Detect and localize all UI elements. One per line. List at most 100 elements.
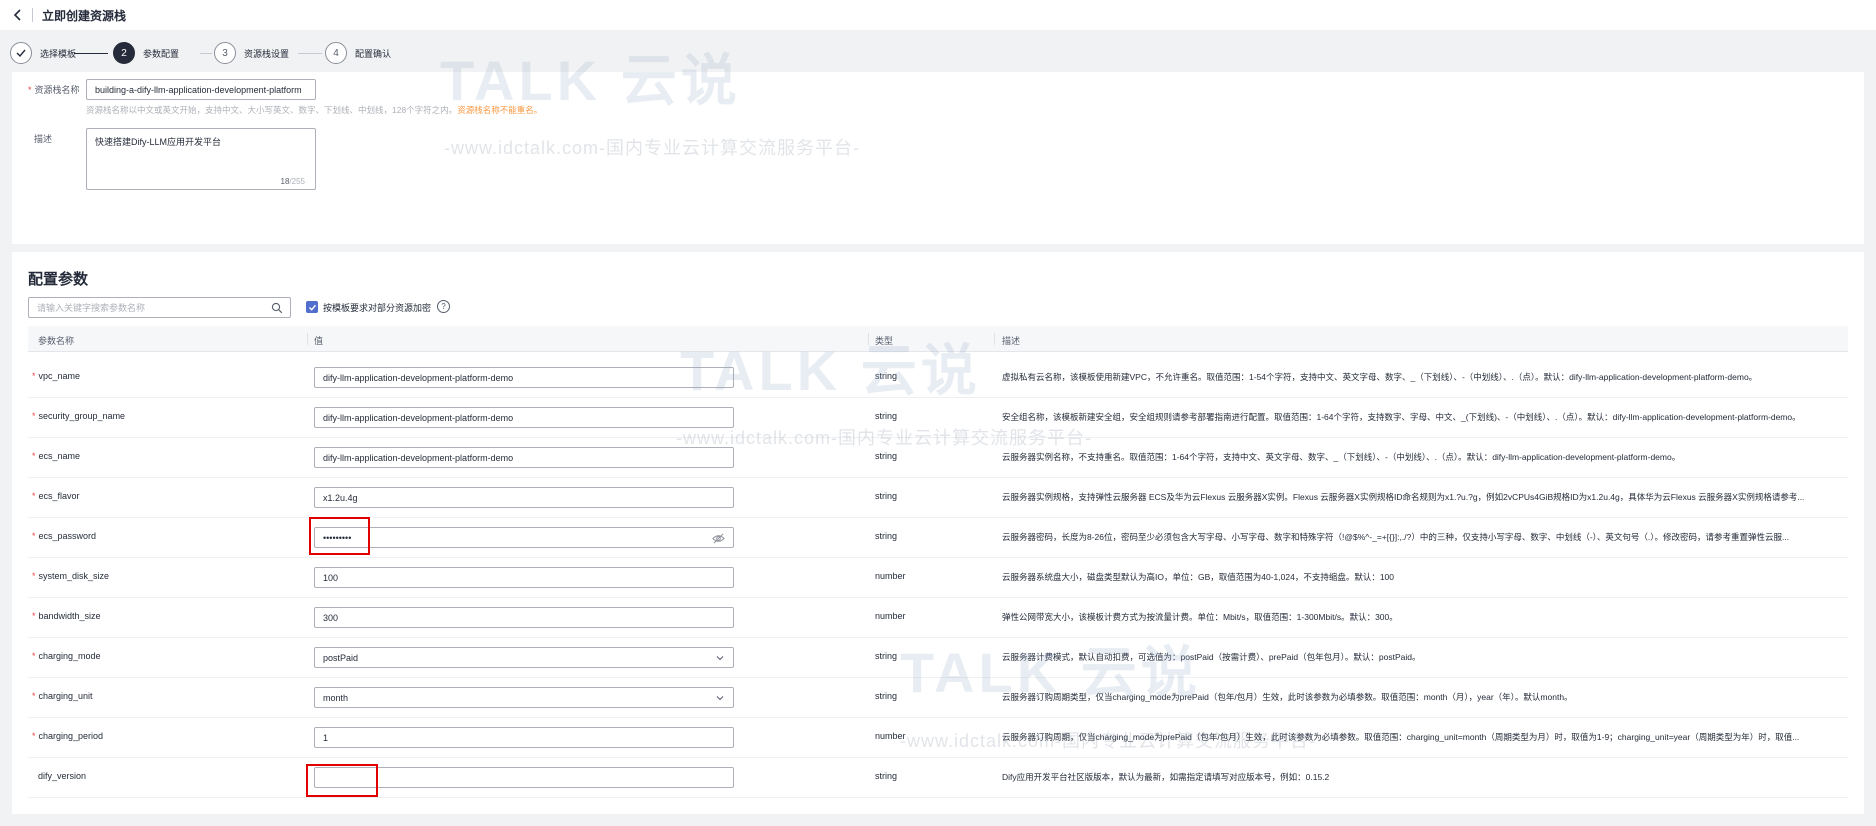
- column-separator: [994, 333, 995, 345]
- param-description: Dify应用开发平台社区版版本，默认为最新，如需指定请填写对应版本号，例如：0.…: [1002, 772, 1330, 782]
- param-type: string: [875, 531, 898, 541]
- table-row: dify_version string Dify应用开发平台社区版版本，默认为最…: [28, 758, 1848, 798]
- table-header: 参数名称 值 类型 描述: [28, 326, 1848, 352]
- table-row: * charging_unit month string 云服务器订购周期类型，仅…: [28, 678, 1848, 718]
- param-value-input[interactable]: dify-llm-application-development-platfor…: [314, 447, 734, 468]
- param-description: 云服务器系统盘大小，磁盘类型默认为高IO，单位：GB，取值范围为40-1,024…: [1002, 572, 1394, 582]
- page-title: 立即创建资源栈: [42, 9, 127, 23]
- step-4: 4 配置确认: [325, 41, 391, 65]
- step-3: 3 资源栈设置: [214, 41, 289, 65]
- column-header-name: 参数名称: [38, 336, 75, 346]
- param-type: string: [875, 691, 898, 701]
- config-params-card: 配置参数 请输入关键字搜索参数名称 按模板要求对部分资源加密 ? 参数名称 值 …: [12, 252, 1864, 814]
- step-label: 资源栈设置: [244, 48, 290, 59]
- param-description: 云服务器密码，长度为8-26位，密码至少必须包含大写字母、小写字母、数字和特殊字…: [1002, 532, 1790, 542]
- table-row: * charging_period 1 number 云服务器订购周期，仅当cha…: [28, 718, 1848, 758]
- param-name: * security_group_name: [32, 411, 126, 421]
- step-connector: [74, 53, 108, 54]
- param-type: string: [875, 651, 898, 661]
- step-label: 参数配置: [143, 48, 180, 59]
- password-input[interactable]: •••••••••: [314, 527, 734, 548]
- step-1: 选择模板: [10, 41, 76, 65]
- highlight-box: [306, 764, 378, 797]
- table-row: * security_group_name dify-llm-applicatio…: [28, 398, 1848, 438]
- encrypt-checkbox[interactable]: [306, 301, 318, 313]
- eye-icon[interactable]: [712, 532, 725, 545]
- stack-name-hint: 资源栈名称以中文或英文开始，支持中文、大小写英文、数字、下划线、中划线，128个…: [86, 105, 543, 115]
- param-type: string: [875, 371, 898, 381]
- char-counter: 18/255: [280, 177, 305, 186]
- stack-name-label: * 资源栈名称: [28, 85, 80, 95]
- encrypt-label: 按模板要求对部分资源加密: [323, 303, 432, 313]
- param-name: * bandwidth_size: [32, 611, 101, 621]
- param-description: 安全组名称，该模板新建安全组，安全组规则请参考部署指南进行配置。取值范围：1-6…: [1002, 412, 1801, 422]
- param-name: * charging_mode: [32, 651, 101, 661]
- param-name: * charging_period: [32, 731, 104, 741]
- back-arrow-icon[interactable]: [10, 7, 26, 23]
- step-progress: 选择模板 2 参数配置 3 资源栈设置 4 配置确认: [0, 35, 1876, 71]
- param-value-input[interactable]: dify-llm-application-development-platfor…: [314, 407, 734, 428]
- charging-mode-select[interactable]: postPaid: [314, 647, 734, 668]
- param-value-input[interactable]: 100: [314, 567, 734, 588]
- param-type: string: [875, 771, 898, 781]
- param-name: * system_disk_size: [32, 571, 110, 581]
- param-name: * vpc_name: [32, 371, 81, 381]
- column-header-desc: 描述: [1002, 336, 1021, 346]
- divider: [32, 8, 33, 22]
- param-value-input[interactable]: dify-llm-application-development-platfor…: [314, 367, 734, 388]
- stack-name-input[interactable]: building-a-dify-llm-application-developm…: [86, 79, 316, 100]
- column-header-value: 值: [314, 336, 324, 346]
- param-name: * ecs_flavor: [32, 491, 80, 501]
- column-separator: [307, 333, 308, 345]
- step-connector: [200, 53, 212, 54]
- param-type: string: [875, 491, 898, 501]
- search-icon[interactable]: [271, 302, 283, 314]
- basic-info-card: * 资源栈名称 building-a-dify-llm-application-d…: [12, 72, 1864, 244]
- step-connector: [298, 53, 322, 54]
- step-label: 选择模板: [40, 48, 77, 59]
- param-type: number: [875, 571, 906, 581]
- param-value-input[interactable]: 1: [314, 727, 734, 748]
- step-number: 3: [214, 42, 236, 64]
- param-type: number: [875, 611, 906, 621]
- description-textarea[interactable]: 快速搭建Dify-LLM应用开发平台 18/255: [86, 128, 316, 190]
- check-icon: [10, 42, 32, 64]
- param-type: number: [875, 731, 906, 741]
- chevron-down-icon: [716, 696, 724, 701]
- step-number: 4: [325, 42, 347, 64]
- param-value-input[interactable]: x1.2u.4g: [314, 487, 734, 508]
- column-separator: [868, 333, 869, 345]
- param-description: 虚拟私有云名称，该模板使用新建VPC，不允许重名。取值范围：1-54个字符，支持…: [1002, 372, 1758, 382]
- param-search-input[interactable]: 请输入关键字搜索参数名称: [28, 297, 291, 318]
- step-number: 2: [113, 42, 135, 64]
- param-description: 云服务器订购周期，仅当charging_mode为prePaid（包年/包月）生…: [1002, 732, 1800, 742]
- table-row: * ecs_name dify-llm-application-developme…: [28, 438, 1848, 478]
- param-description: 云服务器实例名称，不支持重名。取值范围：1-64个字符，支持中文、英文字母、数字…: [1002, 452, 1681, 462]
- param-type: string: [875, 451, 898, 461]
- top-bar: 立即创建资源栈: [0, 0, 1876, 30]
- section-title: 配置参数: [28, 271, 89, 288]
- help-icon[interactable]: ?: [437, 300, 450, 313]
- param-type: string: [875, 411, 898, 421]
- step-label: 配置确认: [355, 48, 392, 59]
- param-name: * ecs_name: [32, 451, 81, 461]
- param-name: dify_version: [38, 771, 87, 781]
- param-name: * charging_unit: [32, 691, 93, 701]
- param-value-input[interactable]: 300: [314, 607, 734, 628]
- param-description: 云服务器实例规格，支持弹性云服务器 ECS及华为云Flexus 云服务器X实例。…: [1002, 492, 1805, 502]
- param-description: 弹性公网带宽大小，该模板计费方式为按流量计费。单位：Mbit/s，取值范围：1-…: [1002, 612, 1398, 622]
- step-2: 2 参数配置: [113, 41, 179, 65]
- highlight-box: [309, 517, 370, 555]
- param-description: 云服务器订购周期类型，仅当charging_mode为prePaid（包年/包月…: [1002, 692, 1573, 702]
- checkmark-icon: [308, 304, 316, 311]
- table-row: * vpc_name dify-llm-application-developme…: [28, 358, 1848, 398]
- description-label: 描述: [34, 134, 53, 144]
- table-row: * ecs_password ••••••••• string 云服务器密码，长度…: [28, 518, 1848, 558]
- param-description: 云服务器计费模式，默认自动扣费，可选值为：postPaid（按需计费）、preP…: [1002, 652, 1421, 662]
- charging-unit-select[interactable]: month: [314, 687, 734, 708]
- table-row: * ecs_flavor x1.2u.4g string 云服务器实例规格，支持弹…: [28, 478, 1848, 518]
- table-row: * bandwidth_size 300 number 弹性公网带宽大小，该模板计…: [28, 598, 1848, 638]
- column-header-type: 类型: [875, 336, 894, 346]
- table-row: * charging_mode postPaid string 云服务器计费模式，…: [28, 638, 1848, 678]
- chevron-down-icon: [716, 656, 724, 661]
